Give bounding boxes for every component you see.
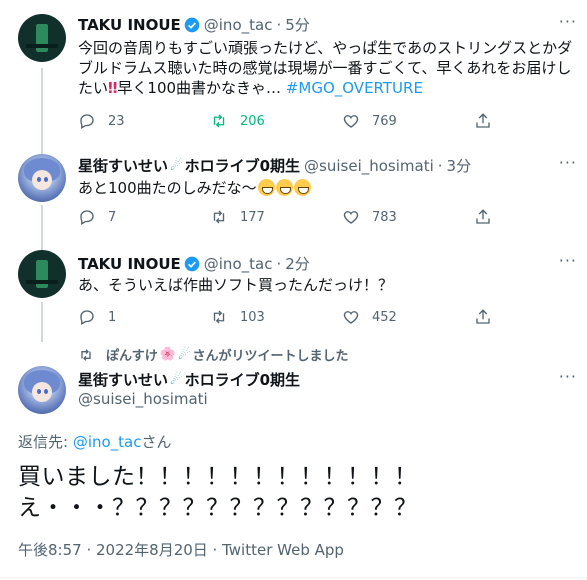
reply-count: 1 bbox=[108, 309, 117, 325]
reply-suffix: さん bbox=[141, 433, 172, 451]
more-icon[interactable]: ··· bbox=[559, 12, 577, 31]
tweet-text: あ、そういえば作曲ソフト買ったんだっけ！？ bbox=[78, 276, 394, 294]
hashtag-link[interactable]: #MGO_OVERTURE bbox=[286, 79, 423, 97]
retweet-count: 103 bbox=[240, 309, 265, 325]
tweet-taku-2[interactable]: TAKU INOUE @ino_tac · 2分 ··· あ、そういえば作曲ソフ… bbox=[0, 241, 587, 337]
grin-emoji bbox=[275, 179, 293, 196]
verified-badge-icon bbox=[184, 256, 200, 271]
grin-emoji bbox=[293, 179, 311, 196]
retweet-button[interactable]: 206 bbox=[210, 112, 342, 130]
tweet-taku-1[interactable]: TAKU INOUE @ino_tac · 5分 ··· 今回の音周りもすごい頑… bbox=[0, 0, 587, 145]
tweet-text: あと100曲たのしみだな～ bbox=[78, 178, 576, 198]
reply-count: 23 bbox=[108, 113, 125, 129]
author-handle[interactable]: @suisei_hosimati bbox=[304, 157, 434, 175]
author-name-suffix[interactable]: ホロライブ0期生 bbox=[185, 155, 300, 176]
like-button[interactable]: 452 bbox=[342, 308, 474, 326]
share-button[interactable] bbox=[474, 112, 504, 130]
retweet-button[interactable]: 177 bbox=[210, 208, 342, 226]
tweet-time[interactable]: 5分 bbox=[285, 14, 310, 35]
tweet-time[interactable]: 2分 bbox=[285, 253, 310, 274]
reply-icon bbox=[80, 114, 94, 129]
reply-to-line: 返信先: @ino_tacさん bbox=[18, 431, 172, 452]
main-tweet-line: え・・・？？？？？？？？？？？？？ bbox=[18, 495, 418, 521]
avatar[interactable] bbox=[18, 250, 66, 298]
comet-icon: ☄ bbox=[170, 371, 183, 388]
author-handle[interactable]: @suisei_hosimati bbox=[78, 390, 208, 408]
separator-dot: · bbox=[276, 15, 282, 34]
tweet-text: 今回の音周りもすごい頑張ったけど、やっぱ生であのストリングスとかダブルドラムス聴… bbox=[78, 38, 576, 98]
retweet-icon bbox=[213, 210, 225, 224]
reply-icon bbox=[80, 210, 94, 225]
reply-button[interactable]: 23 bbox=[78, 112, 210, 130]
share-icon bbox=[476, 309, 490, 324]
comet-icon: ☄ bbox=[170, 157, 183, 174]
retweet-icon bbox=[213, 114, 225, 128]
like-button[interactable]: 783 bbox=[342, 208, 474, 226]
author-handle[interactable]: @ino_tac bbox=[204, 255, 273, 273]
share-button[interactable] bbox=[474, 208, 504, 226]
tweet-suisei-1[interactable]: 星街すいせい ☄ ホロライブ0期生 @suisei_hosimati · 3分 … bbox=[0, 145, 587, 241]
reply-button[interactable]: 7 bbox=[78, 208, 210, 226]
retweet-icon bbox=[81, 348, 91, 361]
reply-count: 7 bbox=[108, 209, 117, 225]
author-name-suffix[interactable]: ホロライブ0期生 bbox=[185, 369, 300, 390]
grin-emoji bbox=[257, 179, 275, 196]
author-name[interactable]: 星街すいせい bbox=[78, 369, 168, 390]
avatar[interactable] bbox=[18, 14, 66, 62]
retweet-icon bbox=[213, 310, 225, 324]
author-name[interactable]: 星街すいせい bbox=[78, 155, 168, 176]
main-tweet-text: 買いました！！！！！！！！！！！！ え・・・？？？？？？？？？？？？？ bbox=[18, 462, 418, 524]
more-icon[interactable]: ··· bbox=[559, 251, 577, 270]
more-icon[interactable]: ··· bbox=[559, 367, 577, 386]
author-name[interactable]: TAKU INOUE bbox=[78, 16, 181, 34]
reply-prefix: 返信先: bbox=[18, 433, 73, 451]
separator-dot: · bbox=[276, 254, 282, 273]
verified-badge-icon bbox=[184, 17, 200, 32]
comet-icon: ☄ bbox=[177, 346, 191, 363]
heart-icon bbox=[343, 115, 359, 128]
like-button[interactable]: 769 bbox=[342, 112, 474, 130]
tweet-time[interactable]: 3分 bbox=[447, 155, 472, 176]
heart-icon bbox=[343, 211, 359, 224]
author-handle[interactable]: @ino_tac bbox=[204, 16, 273, 34]
reply-icon bbox=[80, 310, 94, 325]
retweet-button[interactable]: 103 bbox=[210, 308, 342, 326]
tweet-meta[interactable]: 午後8:57 · 2022年8月20日 · Twitter Web App bbox=[18, 539, 344, 560]
author-name[interactable]: TAKU INOUE bbox=[78, 255, 181, 273]
more-icon[interactable]: ··· bbox=[559, 153, 577, 172]
heart-icon bbox=[343, 311, 359, 324]
share-icon bbox=[476, 113, 490, 128]
avatar[interactable] bbox=[18, 366, 66, 414]
reply-mention-link[interactable]: @ino_tac bbox=[73, 433, 142, 451]
double-exclamation-emoji: ‼ bbox=[108, 79, 118, 97]
retweet-count: 206 bbox=[240, 113, 265, 129]
avatar[interactable] bbox=[18, 154, 66, 202]
flower-emoji: 🌸 bbox=[159, 347, 176, 362]
tweet-text-part: 早く100曲書かなきゃ… bbox=[117, 79, 286, 97]
reply-button[interactable]: 1 bbox=[78, 308, 210, 326]
share-icon bbox=[476, 209, 490, 224]
like-count: 769 bbox=[372, 113, 397, 129]
share-button[interactable] bbox=[474, 308, 504, 326]
separator-dot: · bbox=[437, 156, 443, 175]
tweet-text-part: あと100曲たのしみだな～ bbox=[78, 179, 257, 197]
divider bbox=[0, 577, 587, 578]
like-count: 452 bbox=[372, 309, 397, 325]
like-count: 783 bbox=[372, 209, 397, 225]
main-tweet-line: 買いました！！！！！！！！！！！！ bbox=[18, 464, 418, 490]
retweet-count: 177 bbox=[240, 209, 265, 225]
